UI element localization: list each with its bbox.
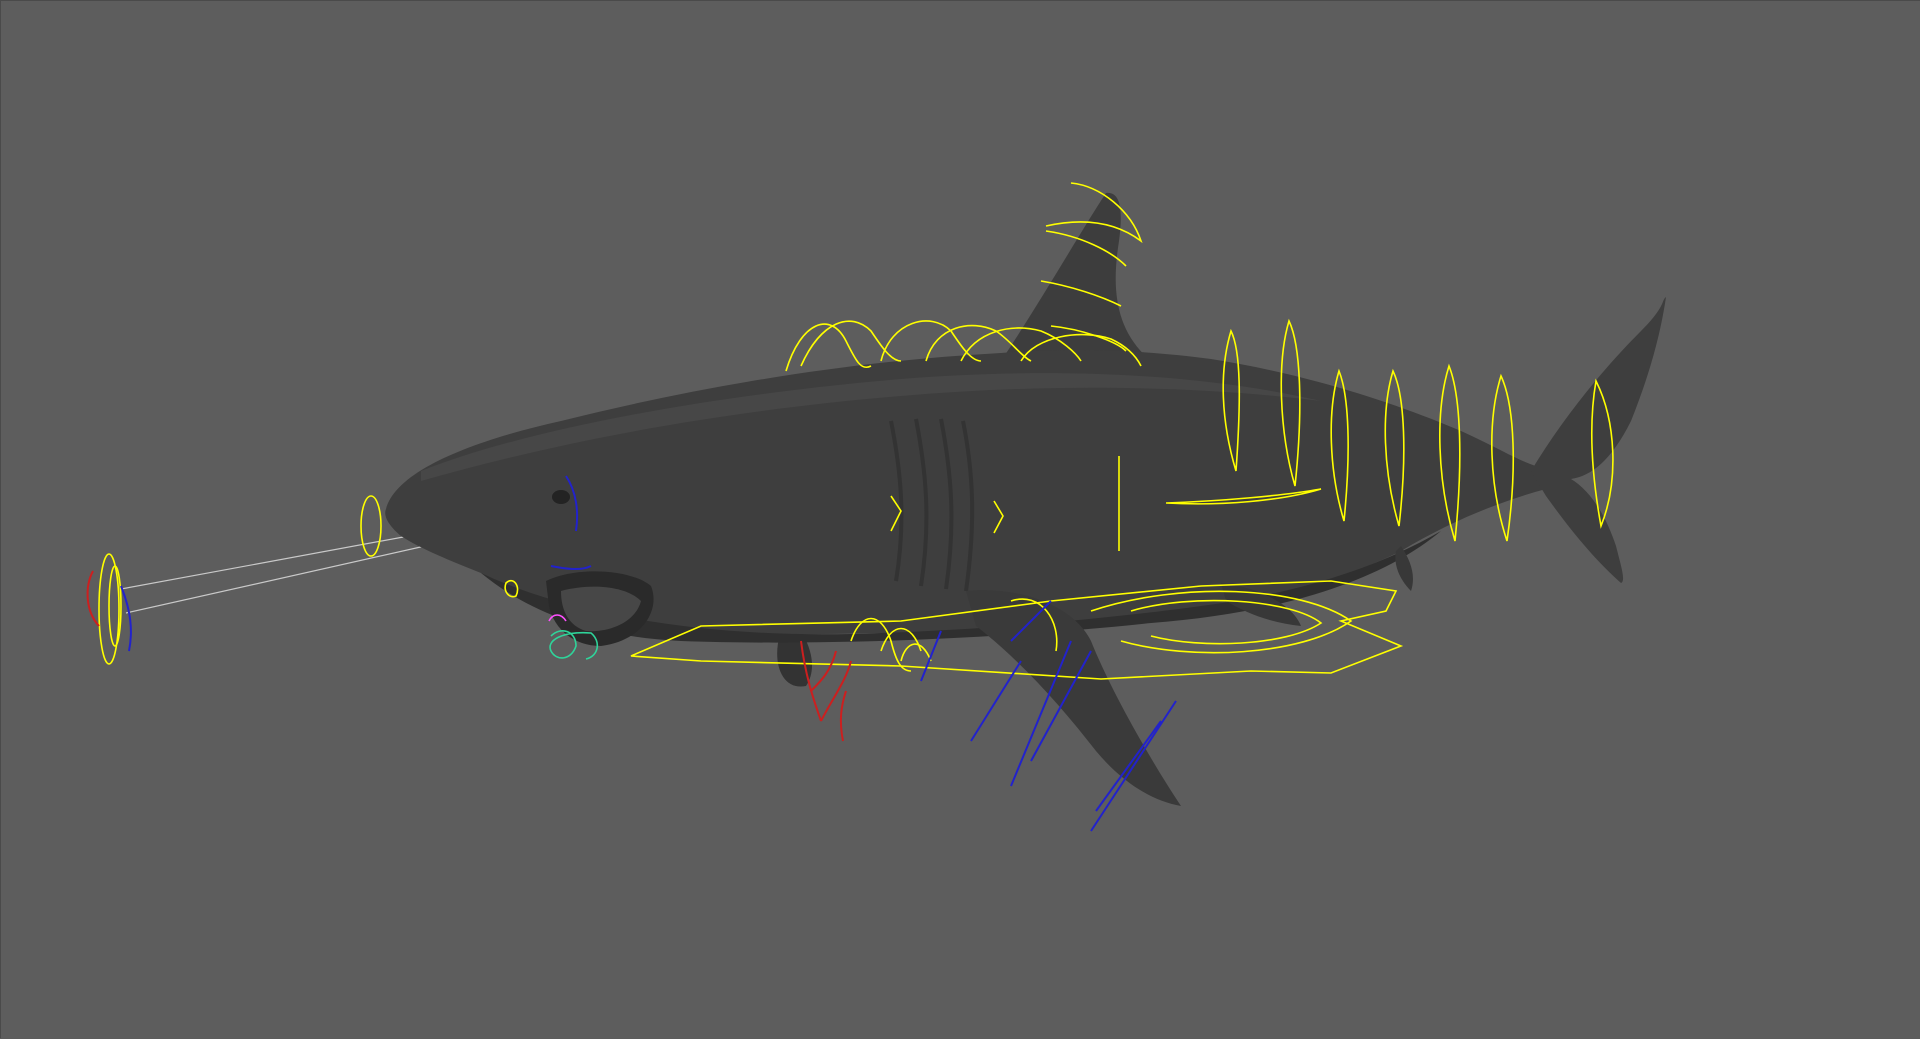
root-ik-control[interactable] xyxy=(86,570,100,627)
pectoral-fk-control-2[interactable] xyxy=(970,660,1022,742)
chest-control-3[interactable] xyxy=(900,643,932,662)
shark-eye xyxy=(552,490,570,504)
fin-ik-control-2[interactable] xyxy=(820,660,852,722)
root-fk-control[interactable] xyxy=(120,585,132,652)
head-control[interactable] xyxy=(360,495,382,557)
spine-control-1[interactable] xyxy=(785,323,872,372)
fin-ik-control-4[interactable] xyxy=(810,650,837,692)
3d-viewport[interactable] xyxy=(0,0,1920,1038)
spine-control-3[interactable] xyxy=(880,320,982,362)
spine-control-2[interactable] xyxy=(800,320,902,367)
shark-mesh[interactable] xyxy=(385,192,1666,806)
viewport-scene[interactable] xyxy=(1,1,1920,1039)
fin-ik-control-3[interactable] xyxy=(839,690,847,742)
tail-fin[interactable] xyxy=(1531,297,1666,583)
